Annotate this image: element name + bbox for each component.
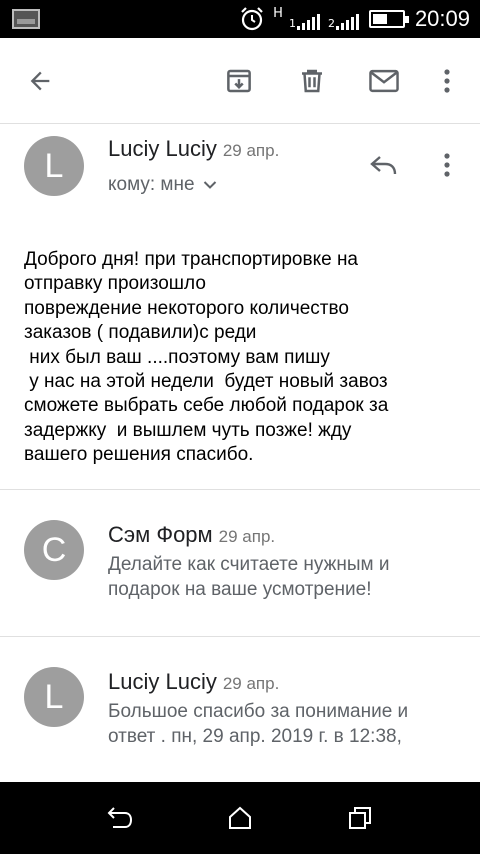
back-arrow-icon — [30, 71, 50, 91]
nav-recents-button[interactable] — [340, 800, 380, 836]
screenshot-thumbnail-icon — [12, 9, 40, 29]
snippet-line: ответ . пн, 29 апр. 2019 г. в 12:38, — [108, 726, 402, 747]
avatar[interactable]: L — [24, 667, 84, 727]
sender-name: Сэм Форм — [108, 522, 213, 547]
message-snippet: Большое спасибо за понимание и ответ . п… — [108, 699, 458, 749]
delete-button[interactable] — [290, 59, 334, 103]
chevron-down-icon — [203, 181, 216, 189]
mark-unread-button[interactable] — [362, 59, 406, 103]
delete-icon — [302, 69, 322, 93]
nav-back-button[interactable] — [100, 800, 140, 836]
avatar[interactable]: C — [24, 520, 84, 580]
avatar[interactable]: L — [24, 136, 84, 196]
sender-name: Luciy Luciy — [108, 136, 217, 161]
network-type-icon: H — [273, 6, 283, 21]
more-vert-icon — [444, 69, 450, 93]
system-nav-bar — [0, 782, 480, 854]
message-collapsed[interactable]: C Сэм Форм 29 апр. Делайте как считаете н… — [0, 490, 480, 636]
app-toolbar — [0, 38, 480, 124]
snippet-line: подарок на ваше усмотрение! — [108, 579, 372, 600]
reply-button[interactable] — [362, 143, 406, 187]
message-body: Доброго дня! при транспортировке на отпр… — [24, 249, 389, 466]
message-snippet: Делайте как считаете нужным и подарок на… — [108, 552, 458, 602]
mail-icon — [369, 69, 399, 93]
signal-icon: 1 — [289, 8, 320, 30]
sender-line: Luciy Luciy 29 апр. — [108, 669, 279, 695]
more-vert-icon — [444, 153, 450, 177]
message-collapsed[interactable]: L Luciy Luciy 29 апр. Большое спасибо за … — [0, 637, 480, 782]
message-date: 29 апр. — [218, 527, 276, 546]
more-options-button[interactable] — [425, 59, 469, 103]
sender-line: Luciy Luciy 29 апр. — [108, 136, 279, 162]
reply-icon — [370, 156, 397, 175]
message-date: 29 апр. — [222, 674, 280, 693]
recipient-label: кому: мне — [108, 174, 195, 195]
alarm-icon — [241, 7, 263, 31]
status-time: 20:09 — [414, 6, 470, 31]
message-date: 29 апр. — [222, 141, 280, 160]
nav-recents-icon — [349, 807, 371, 829]
recipient-details-toggle[interactable]: кому: мне — [108, 174, 217, 196]
message-expanded[interactable]: L Luciy Luciy 29 апр. кому: мне Доброго д… — [0, 124, 480, 488]
archive-button[interactable] — [217, 59, 261, 103]
message-more-button[interactable] — [425, 143, 469, 187]
nav-back-icon — [107, 807, 133, 828]
nav-home-icon — [229, 806, 251, 829]
nav-home-button[interactable] — [220, 800, 260, 836]
snippet-line: Большое спасибо за понимание и — [108, 701, 409, 722]
snippet-line: Делайте как считаете нужным и — [108, 554, 390, 575]
back-button[interactable] — [18, 59, 62, 103]
signal-icon-sim2: 2 — [328, 8, 359, 30]
status-bar: H 1 2 20:09 — [0, 0, 480, 38]
sender-name: Luciy Luciy — [108, 669, 217, 694]
archive-icon — [227, 69, 251, 93]
sender-line: Сэм Форм 29 апр. — [108, 522, 275, 548]
battery-icon — [368, 10, 409, 28]
